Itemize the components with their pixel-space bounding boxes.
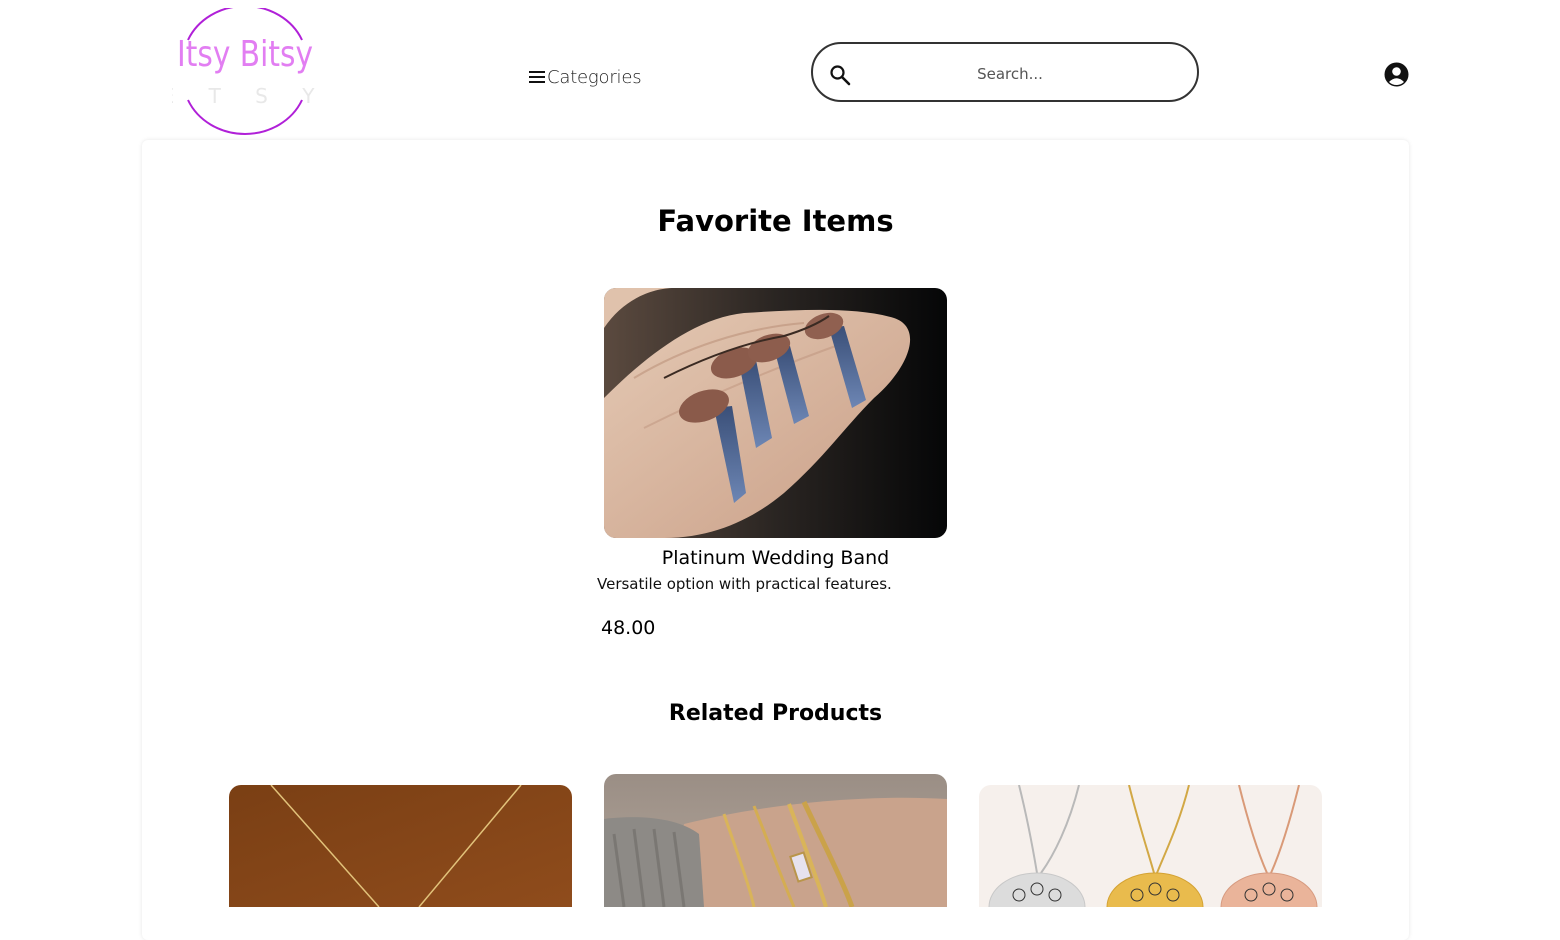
user-account-icon[interactable] [1384,62,1409,87]
related-product-pendant-image[interactable] [979,785,1322,907]
favorite-item-description: Versatile option with practical features… [597,575,892,593]
site-logo[interactable]: Itsy Bitsy E T S Y [172,8,318,136]
favorite-item-name[interactable]: Platinum Wedding Band [604,547,947,569]
logo-title: Itsy Bitsy [177,34,313,75]
related-product-bracelet-image[interactable] [604,774,947,907]
site-header: Itsy Bitsy E T S Y Categories [0,0,1560,140]
favorite-item-image[interactable] [604,288,947,538]
related-products-heading: Related Products [668,701,883,726]
hamburger-menu-icon [528,68,546,86]
search-icon[interactable] [829,64,851,86]
favorite-item-price: 48.00 [601,617,656,639]
categories-menu-button[interactable]: Categories [528,64,642,90]
categories-label: Categories [547,66,642,88]
related-product-necklace-image[interactable] [229,785,572,907]
search-bar [811,42,1199,102]
logo-subtitle: E T S Y [172,84,318,108]
search-input[interactable] [863,58,1157,90]
favorite-items-heading: Favorite Items [657,204,894,238]
